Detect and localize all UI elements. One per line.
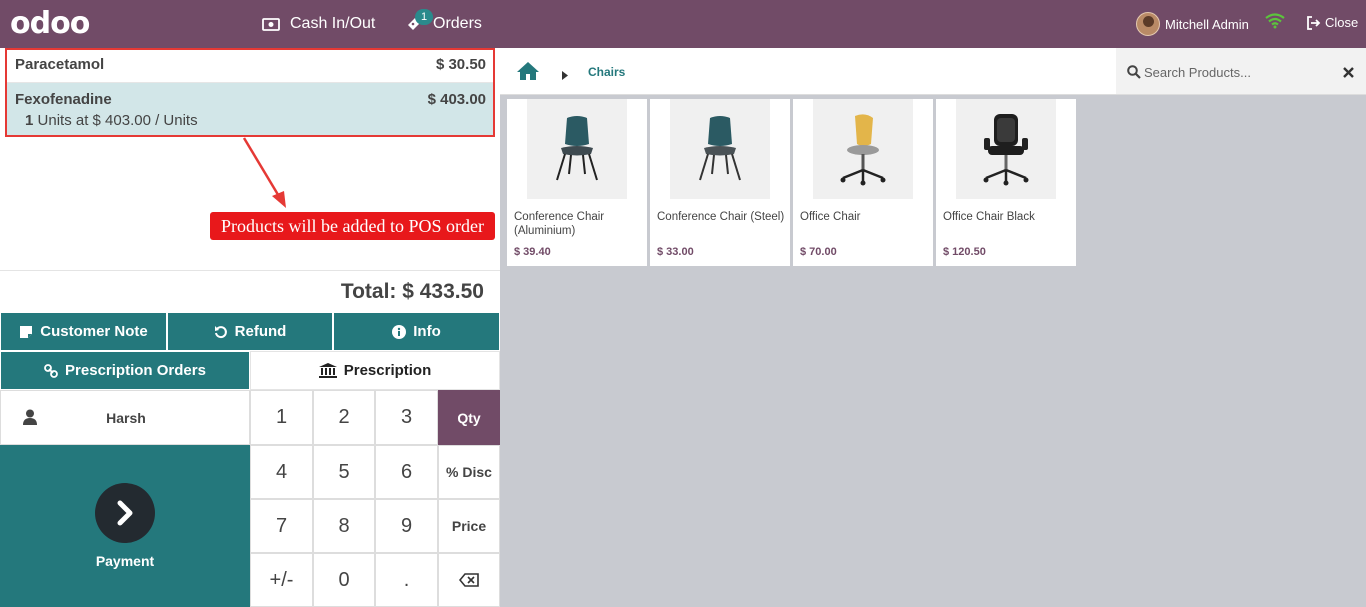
search-input[interactable]	[1144, 60, 1334, 84]
annotation-callout: Products will be added to POS order	[210, 212, 495, 240]
numpad-backspace[interactable]	[438, 553, 500, 607]
numpad-key-9[interactable]: 9	[375, 499, 438, 553]
product-price: $ 70.00	[800, 246, 837, 258]
numpad-key-6[interactable]: 6	[375, 445, 438, 499]
avatar	[1136, 12, 1160, 36]
product-price: $ 33.00	[657, 246, 694, 258]
numpad-key-1[interactable]: 1	[250, 390, 313, 445]
numpad-key-7[interactable]: 7	[250, 499, 313, 553]
user-menu[interactable]: Mitchell Admin	[1136, 12, 1249, 36]
numpad-key-2[interactable]: 2	[313, 390, 375, 445]
numpad-qty-mode[interactable]: Qty	[438, 390, 500, 445]
numpad-key-8[interactable]: 8	[313, 499, 375, 553]
chair-image	[527, 99, 627, 199]
chair-image	[670, 99, 770, 199]
prescription-orders-button[interactable]: Prescription Orders	[0, 351, 250, 390]
numpad-decimal[interactable]: .	[375, 553, 438, 607]
home-icon[interactable]	[516, 61, 540, 86]
chevron-right-icon	[95, 483, 155, 543]
undo-icon	[214, 325, 227, 338]
note-icon	[20, 325, 33, 338]
cash-in-out-label: Cash In/Out	[290, 15, 376, 32]
office-chair-black-image	[956, 99, 1056, 199]
prescription-orders-label: Prescription Orders	[65, 362, 206, 379]
numpad-price-mode[interactable]: Price	[438, 499, 500, 553]
numpad-discount-mode[interactable]: % Disc	[438, 445, 500, 499]
prescription-label: Prescription	[343, 362, 432, 379]
bank-icon	[318, 363, 337, 378]
payment-button[interactable]: Payment	[0, 445, 250, 607]
prescription-row: Prescription Orders Prescription	[0, 351, 500, 390]
odoo-logo: odoo	[10, 6, 90, 41]
control-buttons-row: Customer Note Refund Info	[0, 312, 500, 351]
money-icon	[262, 17, 280, 31]
caret-right-icon	[562, 67, 568, 85]
divider	[0, 270, 500, 271]
refund-label: Refund	[234, 323, 287, 340]
top-header: odoo Cash In/Out 1 Orders Mitchell Admin…	[0, 0, 1366, 48]
orders-count-badge: 1	[415, 9, 434, 25]
product-name: Conference Chair (Aluminium)	[514, 211, 605, 237]
sign-out-icon	[1307, 15, 1321, 30]
payment-label: Payment	[95, 553, 155, 569]
numpad-key-4[interactable]: 4	[250, 445, 313, 499]
office-chair-image	[813, 99, 913, 199]
refund-button[interactable]: Refund	[167, 312, 333, 351]
breadcrumb: Chairs	[500, 48, 1116, 95]
numpad-key-5[interactable]: 5	[313, 445, 375, 499]
product-name: Office Chair	[800, 211, 861, 223]
search-icon	[1127, 65, 1141, 84]
customer-name: Harsh	[106, 409, 146, 426]
customer-note-label: Customer Note	[40, 323, 148, 340]
numpad-plus-minus[interactable]: +/-	[250, 553, 313, 607]
breadcrumb-category[interactable]: Chairs	[588, 65, 625, 79]
orders-label: Orders	[433, 15, 482, 32]
search-box	[1116, 48, 1366, 95]
product-card[interactable]: Conference Chair (Steel) $ 33.00	[650, 99, 790, 266]
product-name: Conference Chair (Steel)	[657, 211, 785, 223]
product-card[interactable]: Conference Chair (Aluminium) $ 39.40	[507, 99, 647, 266]
product-name: Office Chair Black	[943, 211, 1035, 223]
order-total: Total: $ 433.50	[340, 280, 484, 303]
product-card[interactable]: Office Chair $ 70.00	[793, 99, 933, 266]
wifi-icon	[1265, 13, 1285, 34]
backspace-icon	[459, 573, 479, 587]
numpad-key-0[interactable]: 0	[313, 553, 375, 607]
numpad-key-3[interactable]: 3	[375, 390, 438, 445]
product-price: $ 120.50	[943, 246, 986, 258]
customer-button[interactable]: Harsh	[0, 390, 250, 445]
user-name: Mitchell Admin	[1165, 16, 1249, 32]
product-list: Conference Chair (Aluminium) $ 39.40 Con…	[507, 99, 1076, 266]
prescription-button[interactable]: Prescription	[250, 351, 500, 390]
info-button[interactable]: Info	[333, 312, 500, 351]
link-icon	[44, 363, 58, 378]
info-icon	[392, 324, 407, 339]
close-label: Close	[1325, 15, 1359, 30]
orders-button[interactable]: 1 Orders	[405, 0, 482, 48]
numpad: 1 2 3 Qty 4 5 6 % Disc 7 8 9 Price +/- 0…	[250, 390, 500, 607]
close-icon[interactable]	[1343, 65, 1354, 83]
customer-note-button[interactable]: Customer Note	[0, 312, 167, 351]
cash-in-out-button[interactable]: Cash In/Out	[262, 0, 375, 48]
product-price: $ 39.40	[514, 246, 551, 258]
product-card[interactable]: Office Chair Black $ 120.50	[936, 99, 1076, 266]
close-button[interactable]: Close	[1306, 15, 1358, 30]
annotation-arrow	[242, 137, 286, 208]
order-panel: Paracetamol $ 30.50 Fexofenadine $ 403.0…	[0, 48, 500, 607]
info-label: Info	[413, 323, 441, 340]
product-screen: Chairs Conference Chair (Aluminium) $ 39…	[500, 48, 1366, 607]
